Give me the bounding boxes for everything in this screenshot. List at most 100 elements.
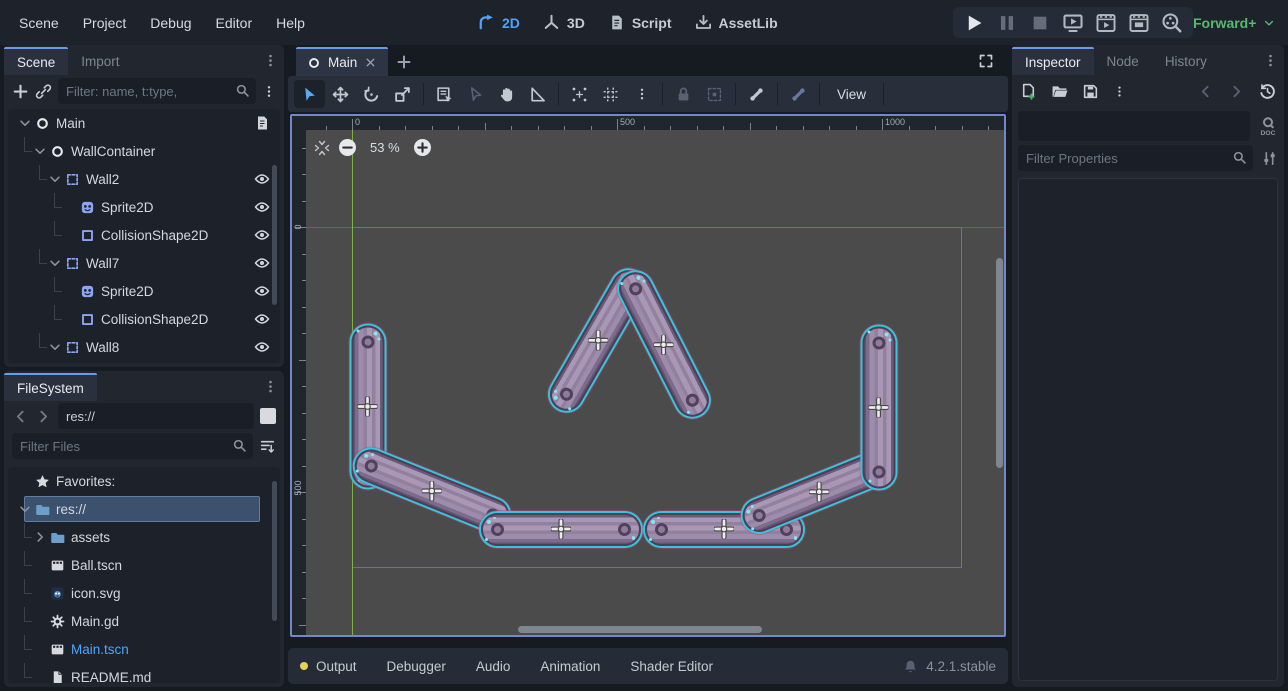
movie-maker-button[interactable] [1161, 12, 1183, 34]
pivot-tool-button[interactable] [460, 80, 491, 108]
move-gizmo-icon[interactable] [422, 480, 442, 500]
zoom-out-button[interactable] [339, 139, 356, 156]
file-filter-input[interactable] [12, 433, 253, 459]
zoom-level[interactable]: 53 % [365, 140, 405, 155]
file-item[interactable]: Main.tscn [8, 635, 280, 663]
canvas[interactable]: 53 % [306, 130, 1004, 635]
expand-arrow-icon[interactable] [33, 530, 47, 544]
history-forward-icon[interactable] [1228, 83, 1245, 100]
property-tools-icon[interactable] [1261, 150, 1278, 167]
add-node-button[interactable] [12, 83, 29, 100]
visibility-eye-icon[interactable] [254, 227, 270, 243]
nav-forward-icon[interactable] [35, 408, 52, 425]
tab-node[interactable]: Node [1094, 47, 1152, 75]
toggle-split-mode-button[interactable] [260, 408, 276, 424]
tab-filesystem[interactable]: FileSystem [4, 373, 97, 401]
notification-bell-icon[interactable] [903, 659, 918, 674]
smart-snap-button[interactable] [564, 80, 595, 108]
collapse-arrow-icon[interactable] [48, 256, 62, 270]
stop-button[interactable] [1029, 12, 1051, 34]
select-tool-button[interactable] [294, 80, 325, 108]
history-back-icon[interactable] [1197, 83, 1214, 100]
tab-inspector[interactable]: Inspector [1012, 47, 1094, 75]
tab-history[interactable]: History [1152, 47, 1220, 75]
skeleton-options-button[interactable] [783, 80, 814, 108]
visibility-eye-icon[interactable] [254, 171, 270, 187]
bottom-panel-audio[interactable]: Audio [476, 659, 511, 674]
visibility-eye-icon[interactable] [254, 199, 270, 215]
collapse-arrow-icon[interactable] [48, 172, 62, 186]
tab-scene[interactable]: Scene [4, 47, 68, 75]
center-view-icon[interactable] [314, 140, 330, 156]
node-name-field[interactable] [1018, 111, 1250, 141]
scene-tree-item[interactable]: Wall8 [8, 333, 280, 361]
scene-tree-scrollbar[interactable] [272, 165, 277, 305]
pan-tool-button[interactable] [491, 80, 522, 108]
move-gizmo-icon[interactable] [808, 481, 828, 501]
collapse-arrow-icon[interactable] [18, 502, 32, 516]
lock-object-button[interactable] [668, 80, 699, 108]
visibility-eye-icon[interactable] [254, 283, 270, 299]
group-object-button[interactable] [699, 80, 730, 108]
renderer-selector[interactable]: Forward+ [1193, 0, 1275, 45]
dock-menu-icon[interactable] [263, 53, 278, 68]
horizontal-scrollbar[interactable] [518, 626, 762, 633]
property-filter-input[interactable] [1018, 145, 1253, 171]
tab-3d[interactable]: 3D [543, 14, 585, 31]
tab-assetlib[interactable]: AssetLib [695, 14, 778, 31]
new-scene-tab-button[interactable] [396, 54, 412, 70]
grid-snap-button[interactable] [595, 80, 626, 108]
move-gizmo-icon[interactable] [587, 330, 607, 350]
menu-editor[interactable]: Editor [207, 10, 262, 36]
attached-script-icon[interactable] [254, 115, 270, 131]
play-custom-scene-button[interactable] [1128, 12, 1150, 34]
move-tool-button[interactable] [325, 80, 356, 108]
file-item[interactable]: README.md [8, 663, 280, 683]
pause-button[interactable] [996, 12, 1018, 34]
instance-scene-button[interactable] [35, 83, 52, 100]
play-scene-button[interactable] [1095, 12, 1117, 34]
file-item[interactable]: icon.svg [8, 579, 280, 607]
load-resource-button[interactable] [1051, 83, 1068, 100]
file-item[interactable]: Main.gd [8, 607, 280, 635]
file-tree-scrollbar[interactable] [272, 481, 277, 621]
scene-tree-item[interactable]: CollisionShape2D [8, 221, 280, 249]
file-item[interactable]: assets [8, 523, 280, 551]
open-docs-icon[interactable]: DOC [1258, 116, 1278, 136]
remote-debug-button[interactable] [1062, 12, 1084, 34]
dock-menu-icon[interactable] [1263, 53, 1278, 68]
scene-tree-menu-icon[interactable] [262, 83, 276, 100]
menu-scene[interactable]: Scene [10, 10, 68, 36]
collapse-arrow-icon[interactable] [33, 144, 47, 158]
nav-back-icon[interactable] [12, 408, 29, 425]
vertical-scrollbar[interactable] [996, 258, 1003, 468]
sort-files-icon[interactable] [259, 438, 276, 455]
edit-history-icon[interactable] [1259, 83, 1276, 100]
tab-2d[interactable]: 2D [478, 14, 520, 31]
tab-main-scene[interactable]: Main [296, 47, 388, 76]
file-item[interactable]: Ball.tscn [8, 551, 280, 579]
bottom-panel-debugger[interactable]: Debugger [387, 659, 446, 674]
file-item[interactable]: res:// [8, 495, 280, 523]
rotate-tool-button[interactable] [356, 80, 387, 108]
menu-debug[interactable]: Debug [141, 10, 200, 36]
tab-import[interactable]: Import [68, 47, 132, 75]
bottom-panel-output[interactable]: Output [300, 659, 357, 674]
file-item[interactable]: Favorites: [8, 467, 280, 495]
scene-tree-item[interactable]: Main [8, 109, 280, 137]
bottom-panel-animation[interactable]: Animation [540, 659, 600, 674]
scene-filter-input[interactable] [58, 78, 256, 104]
collapse-arrow-icon[interactable] [48, 340, 62, 354]
tab-script[interactable]: Script [608, 14, 672, 31]
move-gizmo-icon[interactable] [358, 396, 378, 416]
close-icon[interactable] [364, 56, 377, 69]
collapse-arrow-icon[interactable] [18, 116, 32, 130]
scene-tree-item[interactable]: CollisionShape2D [8, 305, 280, 333]
new-resource-button[interactable] [1020, 83, 1037, 100]
path-field[interactable] [58, 403, 254, 429]
skeleton-button[interactable] [741, 80, 772, 108]
scene-tree-item[interactable]: Sprite2D [8, 193, 280, 221]
move-gizmo-icon[interactable] [551, 519, 571, 539]
scene-tree-item[interactable]: Sprite2D [8, 277, 280, 305]
bottom-panel-shader-editor[interactable]: Shader Editor [630, 659, 713, 674]
